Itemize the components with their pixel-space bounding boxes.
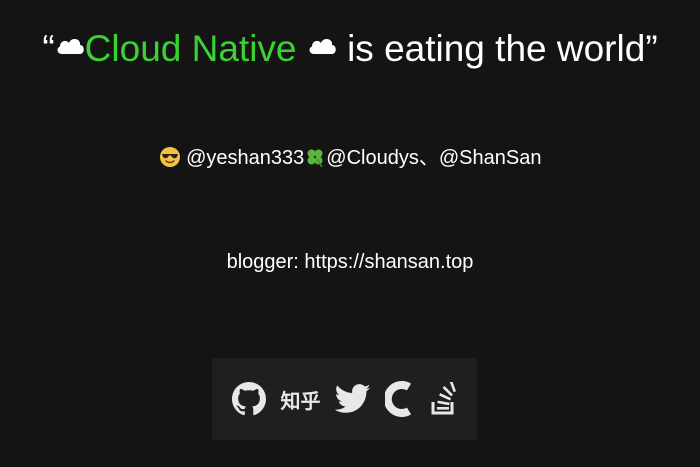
cloud-icon-2 bbox=[309, 39, 336, 55]
four-leaf-clover-icon bbox=[307, 149, 323, 168]
headline: “ Cloud Native is eating the world” bbox=[0, 24, 700, 74]
zhihu-link[interactable]: 知乎 bbox=[273, 358, 329, 440]
stackoverflow-icon bbox=[431, 382, 456, 415]
author-handle-yeshan333[interactable]: @yeshan333 bbox=[186, 147, 304, 169]
open-quote: “ bbox=[42, 28, 55, 69]
csdn-link[interactable] bbox=[377, 358, 423, 440]
zhihu-icon: 知乎 bbox=[280, 388, 321, 413]
headline-highlight: Cloud Native bbox=[84, 28, 297, 69]
github-icon bbox=[231, 382, 266, 416]
twitter-link[interactable] bbox=[329, 358, 377, 440]
csdn-icon bbox=[384, 381, 411, 417]
github-link[interactable] bbox=[225, 358, 273, 440]
author-handles-cloudys-shansan[interactable]: @Cloudys、@ShanSan bbox=[326, 147, 541, 169]
sunglasses-face-icon bbox=[159, 146, 180, 167]
twitter-icon bbox=[334, 384, 370, 413]
social-links-bar: 知乎 bbox=[212, 358, 477, 440]
headline-rest: is eating the world bbox=[347, 28, 646, 69]
close-quote: ” bbox=[645, 28, 658, 69]
stackoverflow-link[interactable] bbox=[423, 358, 465, 440]
authors-line: @yeshan333 @Cloudys、@ShanSan bbox=[0, 143, 700, 173]
blogger-link[interactable]: blogger: https://shansan.top bbox=[0, 247, 700, 277]
cloud-icon bbox=[57, 39, 84, 55]
